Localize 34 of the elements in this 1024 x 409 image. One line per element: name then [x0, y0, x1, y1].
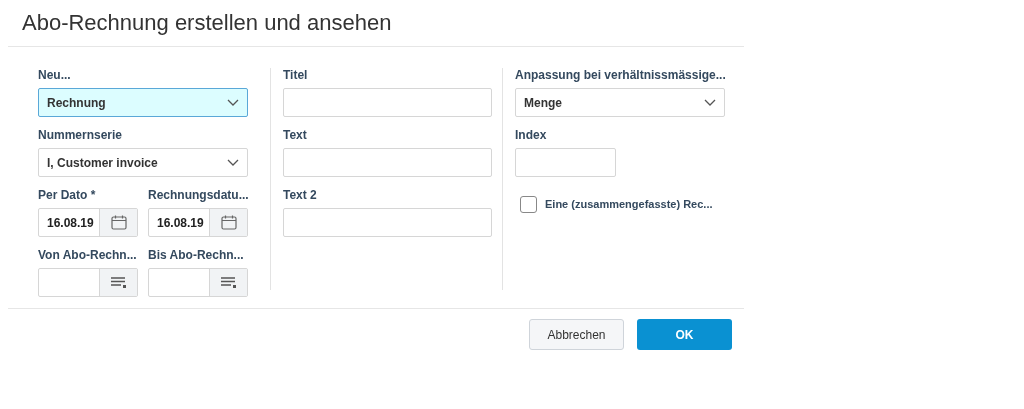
field-label: Von Abo-Rechn...: [38, 248, 138, 263]
checkbox-label: Eine (zusammengefasste) Rec...: [545, 197, 713, 213]
text-field[interactable]: [283, 148, 492, 177]
checkbox[interactable]: [520, 196, 537, 213]
lookup-field[interactable]: [148, 268, 248, 297]
list-icon: [220, 277, 237, 288]
date-field[interactable]: 16.08.19: [148, 208, 248, 237]
cancel-button[interactable]: Abbrechen: [529, 319, 624, 350]
text-field[interactable]: [515, 148, 616, 177]
calendar-icon: [220, 215, 237, 230]
text-field[interactable]: [283, 208, 492, 237]
field-label: Per Dato *: [38, 188, 97, 203]
lookup-field[interactable]: [38, 268, 138, 297]
field-label: Rechnungsdatu...: [148, 188, 249, 203]
dialog-title: Abo-Rechnung erstellen und ansehen: [22, 9, 393, 37]
select-field[interactable]: I, Customer invoice: [38, 148, 248, 177]
field-label: Bis Abo-Rechn...: [148, 248, 245, 263]
field-label: Text: [283, 128, 308, 143]
field-label: Titel: [283, 68, 309, 83]
field-label: Index: [515, 128, 548, 143]
field-label: Neu...: [38, 68, 72, 83]
field-label: Anpassung bei verhältnissmässige...: [515, 68, 727, 83]
select-field[interactable]: Rechnung: [38, 88, 248, 117]
text-field[interactable]: [283, 88, 492, 117]
calendar-icon: [110, 215, 127, 230]
field-label: Nummernserie: [38, 128, 124, 143]
chevron-down-icon: [227, 159, 239, 166]
field-label: Text 2: [283, 188, 318, 203]
ok-button[interactable]: OK: [637, 319, 732, 350]
chevron-down-icon: [704, 99, 716, 106]
list-icon: [110, 277, 127, 288]
select-field[interactable]: Menge: [515, 88, 725, 117]
date-field[interactable]: 16.08.19: [38, 208, 138, 237]
chevron-down-icon: [227, 99, 239, 106]
